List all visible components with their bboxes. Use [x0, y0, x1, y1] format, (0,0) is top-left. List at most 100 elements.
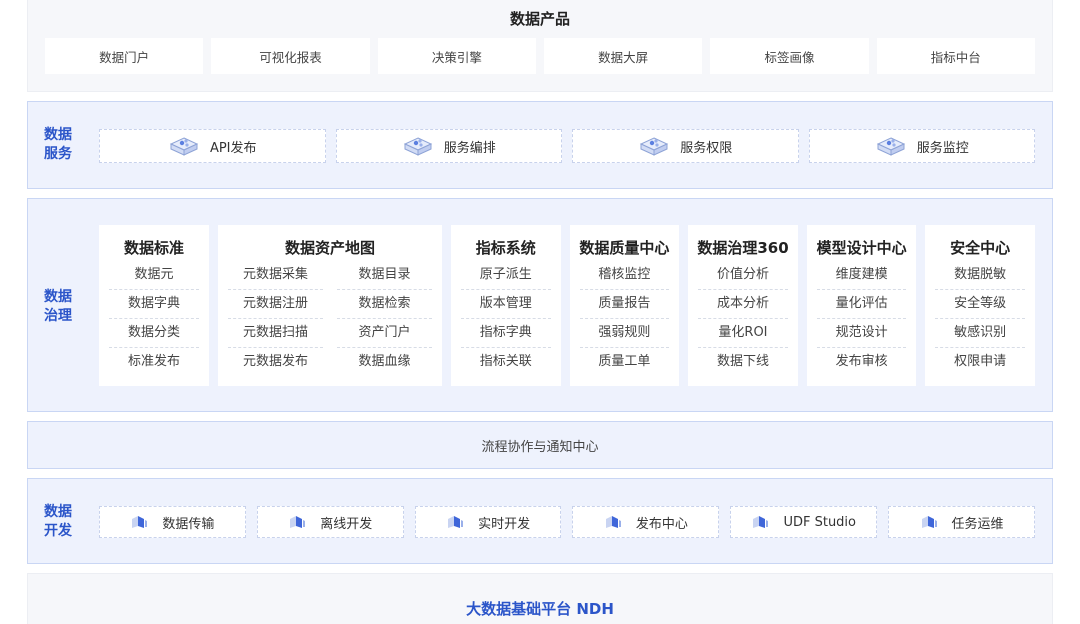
- small-cube-icon: [448, 516, 464, 528]
- service-item[interactable]: 服务权限: [572, 129, 799, 163]
- product-item[interactable]: 数据大屏: [543, 38, 703, 74]
- governance-column[interactable]: 模型设计中心 维度建模 量化评估 规范设计 发布审核: [806, 225, 917, 386]
- list-item[interactable]: 元数据采集: [228, 261, 323, 290]
- list-item[interactable]: 成本分析: [698, 290, 788, 319]
- governance-column[interactable]: 指标系统 原子派生 版本管理 指标字典 指标关联: [451, 225, 561, 386]
- data-governance-layer: 数据 治理 数据标准 数据元 数据字典 数据分类 标准发布 数据资产地图 元数据…: [27, 198, 1053, 412]
- column-title: 数据治理360: [697, 239, 789, 257]
- small-cube-icon: [921, 516, 937, 528]
- list-item[interactable]: 元数据发布: [228, 348, 323, 377]
- list-item[interactable]: 质量报告: [579, 290, 670, 319]
- column-items: 数据元 数据字典 数据分类 标准发布: [99, 261, 209, 377]
- development-item[interactable]: 离线开发: [256, 506, 404, 538]
- governance-column[interactable]: 安全中心 数据脱敏 安全等级 敏感识别 权限申请: [925, 225, 1035, 386]
- column-title: 指标系统: [475, 239, 536, 257]
- list-item[interactable]: 指标关联: [461, 348, 551, 377]
- product-item[interactable]: 决策引擎: [377, 38, 536, 74]
- service-item[interactable]: 服务编排: [335, 129, 562, 163]
- list-item[interactable]: 规范设计: [816, 319, 907, 348]
- data-development-label: 数据 开发: [44, 504, 72, 539]
- development-label: UDF Studio: [783, 514, 856, 530]
- column-title: 安全中心: [950, 239, 1011, 257]
- governance-column[interactable]: 数据标准 数据元 数据字典 数据分类 标准发布: [99, 225, 209, 386]
- service-label: 服务监控: [916, 140, 969, 156]
- column-title: 数据资产地图: [284, 239, 375, 257]
- column-items: 原子派生 版本管理 指标字典 指标关联: [451, 261, 561, 377]
- list-item[interactable]: 指标字典: [461, 319, 551, 348]
- data-services-label: 数据 服务: [44, 127, 72, 162]
- list-item[interactable]: 量化评估: [816, 290, 907, 319]
- list-item[interactable]: 数据脱敏: [935, 261, 1025, 290]
- platform-title: 大数据基础平台 NDH: [466, 600, 614, 618]
- list-item[interactable]: 数据字典: [109, 290, 199, 319]
- governance-column[interactable]: 数据治理360 价值分析 成本分析 量化ROI 数据下线: [688, 225, 798, 386]
- list-item[interactable]: 数据检索: [337, 290, 432, 319]
- list-item[interactable]: 数据元: [109, 261, 199, 290]
- column-items: 数据脱敏 安全等级 敏感识别 权限申请: [925, 261, 1035, 377]
- data-services-layer: 数据 服务 API发布 服务编排 服务权限 服务监控: [27, 101, 1053, 189]
- governance-column[interactable]: 数据质量中心 稽核监控 质量报告 强弱规则 质量工单: [569, 225, 680, 386]
- list-item[interactable]: 敏感识别: [935, 319, 1025, 348]
- cube-stack-icon: [169, 137, 199, 156]
- list-item[interactable]: 价值分析: [698, 261, 788, 290]
- product-item[interactable]: 标签画像: [710, 38, 869, 74]
- column-items: 稽核监控 质量报告 强弱规则 质量工单: [570, 261, 680, 377]
- service-item[interactable]: API发布: [99, 129, 326, 163]
- list-item[interactable]: 资产门户: [337, 319, 432, 348]
- list-item[interactable]: 元数据注册: [228, 290, 323, 319]
- column-title: 模型设计中心: [816, 239, 907, 257]
- list-item[interactable]: 维度建模: [816, 261, 907, 290]
- list-item[interactable]: 标准发布: [109, 348, 199, 377]
- development-label: 实时开发: [478, 516, 531, 532]
- cube-stack-icon: [876, 137, 905, 156]
- cube-stack-icon: [640, 137, 669, 156]
- small-cube-icon: [605, 516, 621, 528]
- development-item[interactable]: 任务运维: [888, 506, 1035, 538]
- service-label: API发布: [209, 140, 257, 156]
- column-items: 元数据采集 数据目录 元数据注册 数据检索 元数据扫描 资产门户 元数据发布 数…: [218, 261, 442, 377]
- small-cube-icon: [290, 516, 306, 528]
- workflow-notification-layer[interactable]: 流程协作与通知中心: [27, 421, 1053, 469]
- column-items: 价值分析 成本分析 量化ROI 数据下线: [688, 261, 798, 377]
- development-label: 发布中心: [635, 516, 688, 532]
- list-item[interactable]: 安全等级: [935, 290, 1025, 319]
- development-item[interactable]: 实时开发: [414, 506, 562, 538]
- list-item[interactable]: 稽核监控: [579, 261, 670, 290]
- development-item[interactable]: 数据传输: [99, 506, 246, 538]
- list-item[interactable]: 数据分类: [109, 319, 199, 348]
- list-item[interactable]: 版本管理: [461, 290, 551, 319]
- column-title: 数据质量中心: [579, 239, 670, 257]
- list-item[interactable]: 质量工单: [580, 348, 670, 377]
- cube-stack-icon: [403, 137, 432, 156]
- data-products-row: 数据门户 可视化报表 决策引擎 数据大屏 标签画像 指标中台: [45, 38, 1035, 74]
- list-item[interactable]: 强弱规则: [579, 319, 670, 348]
- data-governance-label: 数据 治理: [44, 289, 72, 324]
- service-item[interactable]: 服务监控: [808, 129, 1035, 163]
- list-item[interactable]: 量化ROI: [698, 319, 788, 348]
- big-data-platform-layer: 大数据基础平台 NDH: [27, 573, 1053, 624]
- development-label: 离线开发: [320, 516, 373, 532]
- data-products-title: 数据产品: [509, 10, 570, 28]
- development-item[interactable]: UDF Studio: [730, 506, 878, 538]
- list-item[interactable]: 数据目录: [337, 261, 432, 290]
- development-label: 任务运维: [951, 516, 1004, 532]
- list-item[interactable]: 数据下线: [698, 348, 788, 377]
- product-item[interactable]: 指标中台: [876, 38, 1035, 74]
- development-label: 数据传输: [162, 516, 215, 532]
- list-item[interactable]: 发布审核: [817, 348, 907, 377]
- data-development-row: 数据传输 离线开发 实时开发 发布中心 UDF Studio 任务运维: [99, 506, 1035, 538]
- list-item[interactable]: 数据血缘: [337, 348, 432, 377]
- list-item[interactable]: 原子派生: [461, 261, 551, 290]
- list-item[interactable]: 元数据扫描: [228, 319, 323, 348]
- data-development-layer: 数据 开发 数据传输 离线开发 实时开发 发布中心 UDF Studio 任务运…: [27, 478, 1053, 564]
- small-cube-icon: [132, 516, 148, 528]
- list-item[interactable]: 权限申请: [935, 348, 1025, 377]
- service-label: 服务编排: [443, 140, 496, 156]
- product-item[interactable]: 数据门户: [45, 38, 204, 74]
- development-item[interactable]: 发布中心: [572, 506, 720, 538]
- data-products-layer: 数据产品 数据门户 可视化报表 决策引擎 数据大屏 标签画像 指标中台: [27, 0, 1053, 92]
- governance-column[interactable]: 数据资产地图 元数据采集 数据目录 元数据注册 数据检索 元数据扫描 资产门户 …: [218, 225, 442, 386]
- data-services-row: API发布 服务编排 服务权限 服务监控: [99, 129, 1035, 163]
- product-item[interactable]: 可视化报表: [211, 38, 370, 74]
- small-cube-icon: [753, 516, 769, 528]
